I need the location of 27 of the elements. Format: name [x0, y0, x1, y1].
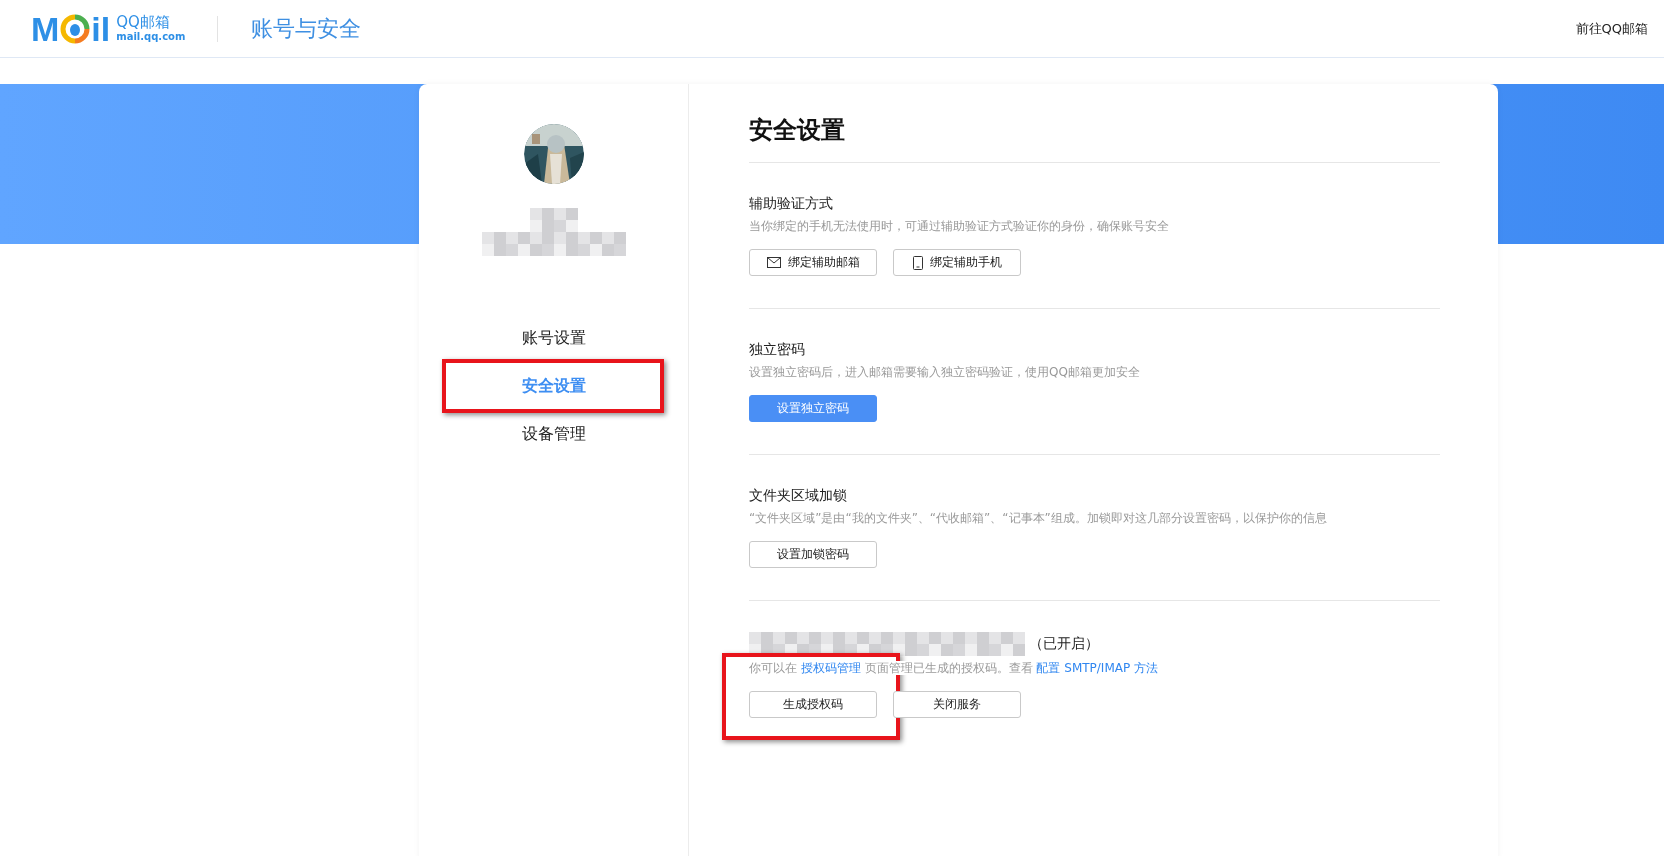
setting-heading: 辅助验证方式 — [749, 195, 833, 213]
logo-text: mail.qq.com — [116, 31, 186, 43]
sidebar-item[interactable]: 设备管理 — [521, 410, 586, 458]
outline-button[interactable]: 设置加锁密码 — [749, 541, 877, 568]
section-title: 安全设置 — [749, 114, 1440, 163]
setting-description: “文件夹区域”是由“我的文件夹”、“代收邮箱”、“记事本”组成。加锁即对这几部分设置密码，以保护你的信息 — [749, 510, 1328, 527]
mail-link[interactable]: 前往QQ邮箱 — [1575, 19, 1648, 38]
outline-button[interactable]: 关闭服务 — [893, 691, 1021, 718]
outline-button[interactable]: 生成授权码 — [749, 691, 877, 718]
mail-icon — [766, 257, 781, 268]
logo-text: M — [31, 11, 60, 46]
logo-icon — [60, 13, 91, 44]
phone-icon — [912, 255, 923, 270]
setting-description: 当你绑定的手机无法使用时，可通过辅助验证方式验证你的身份，确保账号安全 — [749, 218, 1170, 235]
setting-heading: 文件夹区域加锁 — [749, 487, 847, 505]
outline-button[interactable]: 绑定辅助邮箱 — [749, 249, 877, 276]
text-link[interactable]: 配置 SMTP/IMAP 方法 — [1036, 661, 1158, 675]
setting-description: 设置独立密码后，进入邮箱需要输入独立密码验证，使用QQ邮箱更加安全 — [749, 364, 1141, 381]
logo-text: il — [91, 11, 111, 46]
outline-button[interactable]: 绑定辅助手机 — [893, 249, 1021, 276]
status-label: （已开启） — [1029, 635, 1099, 653]
setting-heading: 独立密码 — [749, 341, 805, 359]
logo-text: QQ邮箱 — [116, 14, 171, 31]
sidebar-item[interactable]: 账号设置 — [521, 314, 586, 362]
page-title: 账号与安全 — [251, 14, 362, 43]
text-link[interactable]: 授权码管理 — [800, 661, 861, 675]
setting-description: 你可以在 授权码管理 页面管理已生成的授权码。查看 配置 SMTP/IMAP 方法 — [749, 660, 1160, 677]
